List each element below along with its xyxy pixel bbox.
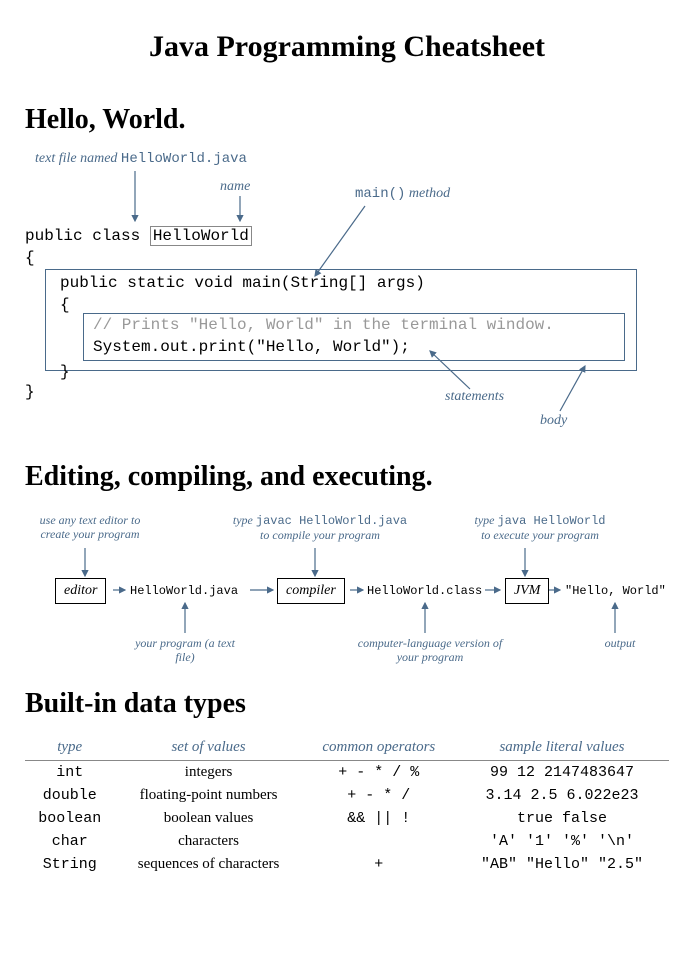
box-jvm: JVM: [505, 578, 549, 604]
section-types-heading: Built-in data types: [25, 688, 669, 720]
ann-statements: statements: [445, 389, 504, 405]
box-compiler: compiler: [277, 578, 345, 604]
ann-output-bot: output: [595, 636, 645, 650]
ann-name: name: [220, 179, 250, 195]
ann-textfile: text file named HelloWorld.java: [35, 151, 247, 167]
table-row: boolean boolean values && || ! true fals…: [25, 807, 669, 830]
code-main-open: {: [60, 296, 70, 314]
ann-compiler-top: type javac HelloWorld.javato compile you…: [225, 513, 415, 543]
ann-jvm-top: type java HelloWorldto execute your prog…: [455, 513, 625, 543]
section-hello-heading: Hello, World.: [25, 104, 669, 136]
class-name-box: HelloWorld: [150, 226, 252, 246]
pipeline-diagram: use any text editor to create your progr…: [25, 508, 669, 668]
txt-output: "Hello, World": [565, 584, 666, 598]
box-editor: editor: [55, 578, 106, 604]
th-set: set of values: [114, 735, 302, 761]
ann-mainmethod: main() method: [355, 186, 450, 202]
page-title: Java Programming Cheatsheet: [25, 30, 669, 64]
hello-world-diagram: text file named HelloWorld.java name mai…: [25, 151, 669, 441]
table-row: String sequences of characters + "AB" "H…: [25, 853, 669, 876]
code-class-decl: public class HelloWorld: [25, 226, 252, 246]
txt-source: HelloWorld.java: [130, 584, 238, 598]
ann-class-bot: computer-language version of your progra…: [355, 636, 505, 665]
table-row: char characters 'A' '1' '%' '\n': [25, 830, 669, 853]
th-ops: common operators: [303, 735, 455, 761]
ann-editor-top: use any text editor to create your progr…: [30, 513, 150, 542]
th-lits: sample literal values: [455, 735, 669, 761]
section-editing-heading: Editing, compiling, and executing.: [25, 461, 669, 493]
code-print: System.out.print("Hello, World");: [93, 338, 410, 356]
code-comment: // Prints "Hello, World" in the terminal…: [93, 316, 554, 334]
code-main-close: }: [60, 363, 70, 381]
code-main-sig: public static void main(String[] args): [60, 274, 425, 292]
th-type: type: [25, 735, 114, 761]
ann-source-bot: your program (a text file): [135, 636, 235, 665]
code-class-close: }: [25, 383, 35, 401]
types-table: type set of values common operators samp…: [25, 735, 669, 876]
code-open-brace: {: [25, 249, 35, 267]
txt-class: HelloWorld.class: [367, 584, 482, 598]
ann-body: body: [540, 413, 567, 429]
table-row: double floating-point numbers + - * / 3.…: [25, 784, 669, 807]
table-row: int integers + - * / % 99 12 2147483647: [25, 761, 669, 785]
